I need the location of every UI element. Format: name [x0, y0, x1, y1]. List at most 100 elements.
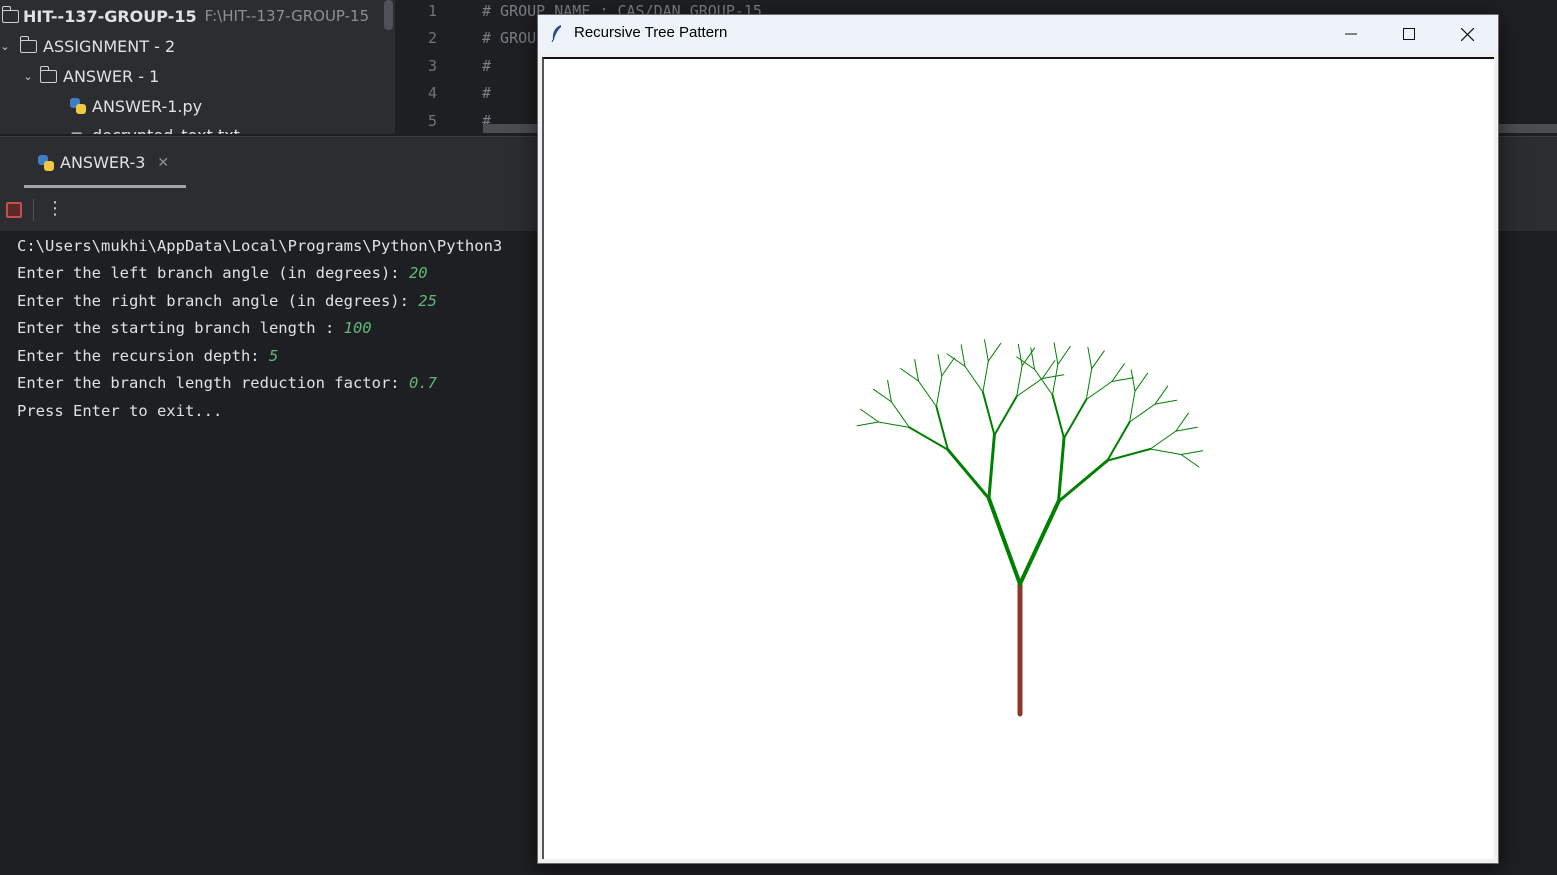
minimize-icon	[1345, 33, 1357, 35]
tree-item-decrypted-text[interactable]: ≡ decrypted_text.txt	[70, 121, 240, 135]
console-prompt: Enter the branch length reduction factor…	[17, 374, 409, 392]
line-number: 5	[427, 112, 437, 130]
folder-icon	[19, 35, 37, 53]
maximize-icon	[1403, 28, 1415, 40]
tk-window: Recursive Tree Pattern	[537, 14, 1499, 864]
project-tree: HIT--137-GROUP-15 F:\HIT--137-GROUP-15 ⌄…	[0, 0, 395, 134]
tree-branch	[1041, 360, 1056, 379]
tree-branch	[1016, 356, 1036, 370]
tree-branch	[981, 391, 996, 436]
chevron-down-icon[interactable]: ⌄	[0, 40, 10, 53]
console-exit-message: Press Enter to exit...	[17, 402, 223, 420]
tree-branch	[1149, 448, 1182, 455]
tree-branch	[890, 401, 910, 428]
console-prompt: Enter the recursion depth:	[17, 347, 269, 365]
line-number: 1	[427, 2, 437, 20]
tree-branch	[918, 380, 937, 408]
console-input: 25	[418, 292, 437, 310]
maximize-button[interactable]	[1380, 15, 1438, 53]
tree-item-label: ANSWER - 1	[63, 66, 160, 86]
tree-branch	[856, 421, 880, 427]
tree-branch	[1016, 378, 1043, 397]
console-line: Enter the branch length reduction factor…	[17, 374, 437, 392]
tree-branch	[1111, 363, 1125, 382]
tree-branch	[1017, 343, 1023, 367]
tree-branch	[1085, 381, 1113, 400]
tree-branch	[1154, 399, 1178, 405]
tree-branch	[982, 360, 989, 393]
tree-branch	[878, 421, 910, 428]
chevron-down-icon[interactable]: ⌄	[20, 70, 36, 83]
tree-branch	[1018, 499, 1061, 586]
tree-branch	[1134, 372, 1148, 392]
code-line[interactable]: #	[482, 57, 491, 75]
tree-branch	[1057, 459, 1109, 503]
stop-button[interactable]	[6, 202, 22, 218]
text-file-icon: ≡	[70, 126, 84, 135]
tree-branch	[1016, 365, 1023, 397]
console-line: Enter the right branch angle (in degrees…	[17, 292, 437, 310]
tab-label: ANSWER-3	[60, 153, 146, 172]
tree-item-root[interactable]: HIT--137-GROUP-15 F:\HIT--137-GROUP-15	[0, 2, 369, 30]
tree-scrollbar[interactable]	[384, 0, 393, 30]
tree-branch	[1175, 426, 1198, 432]
toolbar-divider	[33, 199, 34, 221]
tree-branch	[964, 365, 984, 393]
console-input: 100	[343, 319, 372, 337]
tree-branch	[1063, 398, 1088, 440]
console-prompt: Enter the left branch angle (in degrees)…	[17, 264, 409, 282]
python-file-icon	[70, 98, 86, 114]
tree-branch	[1087, 346, 1093, 370]
tree-branch	[1057, 345, 1071, 365]
tree-branch	[860, 408, 880, 423]
project-root-name: HIT--137-GROUP-15	[23, 6, 197, 26]
console-prompt: Enter the right branch angle (in degrees…	[17, 292, 419, 310]
tree-item-label: ANSWER-1.py	[92, 96, 203, 116]
line-number: 4	[427, 84, 437, 102]
console-command: C:\Users\mukhi\AppData\Local\Programs\Py…	[17, 237, 503, 255]
more-options-icon[interactable]: ⋮	[46, 197, 64, 221]
tree-branch	[993, 395, 1018, 436]
tree-item-assignment-2[interactable]: ⌄ ASSIGNMENT - 2	[0, 32, 175, 60]
project-root-path: F:\HIT--137-GROUP-15	[204, 7, 370, 25]
minimize-button[interactable]	[1322, 15, 1380, 53]
tree-branch	[914, 359, 919, 382]
tree-branch	[1085, 368, 1093, 400]
console-input: 20	[408, 264, 428, 282]
close-icon[interactable]: ✕	[157, 155, 169, 171]
folder-icon	[39, 65, 57, 83]
tree-branch	[987, 342, 1002, 362]
close-button[interactable]	[1438, 15, 1496, 53]
window-titlebar[interactable]: Recursive Tree Pattern	[538, 15, 1498, 53]
tree-branch	[1130, 369, 1136, 392]
tree-branch	[1091, 350, 1105, 370]
tree-branch	[1129, 390, 1136, 423]
code-line[interactable]: # GROU	[482, 29, 536, 47]
tree-branch	[941, 357, 955, 377]
feather-icon	[551, 25, 561, 42]
tree-branch	[946, 448, 991, 500]
console-line: Enter the starting branch length : 100	[17, 319, 372, 337]
tree-item-label: ASSIGNMENT - 2	[43, 36, 176, 56]
tree-branch	[1051, 394, 1065, 440]
close-icon	[1460, 27, 1474, 41]
tree-item-label: decrypted_text.txt	[92, 126, 240, 135]
tab-answer-3[interactable]: ANSWER-3 ✕	[24, 137, 169, 188]
tree-branch	[887, 379, 892, 403]
turtle-canvas[interactable]	[542, 57, 1494, 859]
tree-branch	[1111, 377, 1134, 382]
console-prompt: Enter the starting branch length :	[17, 319, 344, 337]
tree-branch	[900, 368, 919, 382]
tree-item-answer-1[interactable]: ⌄ ANSWER - 1	[20, 62, 159, 90]
tree-branch	[1041, 374, 1065, 379]
tree-item-answer-1-py[interactable]: ANSWER-1.py	[70, 92, 202, 120]
tree-branch	[1052, 363, 1059, 396]
console-line: Enter the left branch angle (in degrees)…	[17, 264, 428, 282]
code-line[interactable]: #	[482, 84, 491, 102]
recursive-tree-drawing	[856, 339, 1204, 717]
tree-branch	[987, 433, 996, 500]
tree-branch	[1175, 412, 1189, 432]
line-number: 3	[427, 57, 437, 75]
tree-branch	[935, 375, 943, 408]
window-title: Recursive Tree Pattern	[574, 24, 728, 41]
